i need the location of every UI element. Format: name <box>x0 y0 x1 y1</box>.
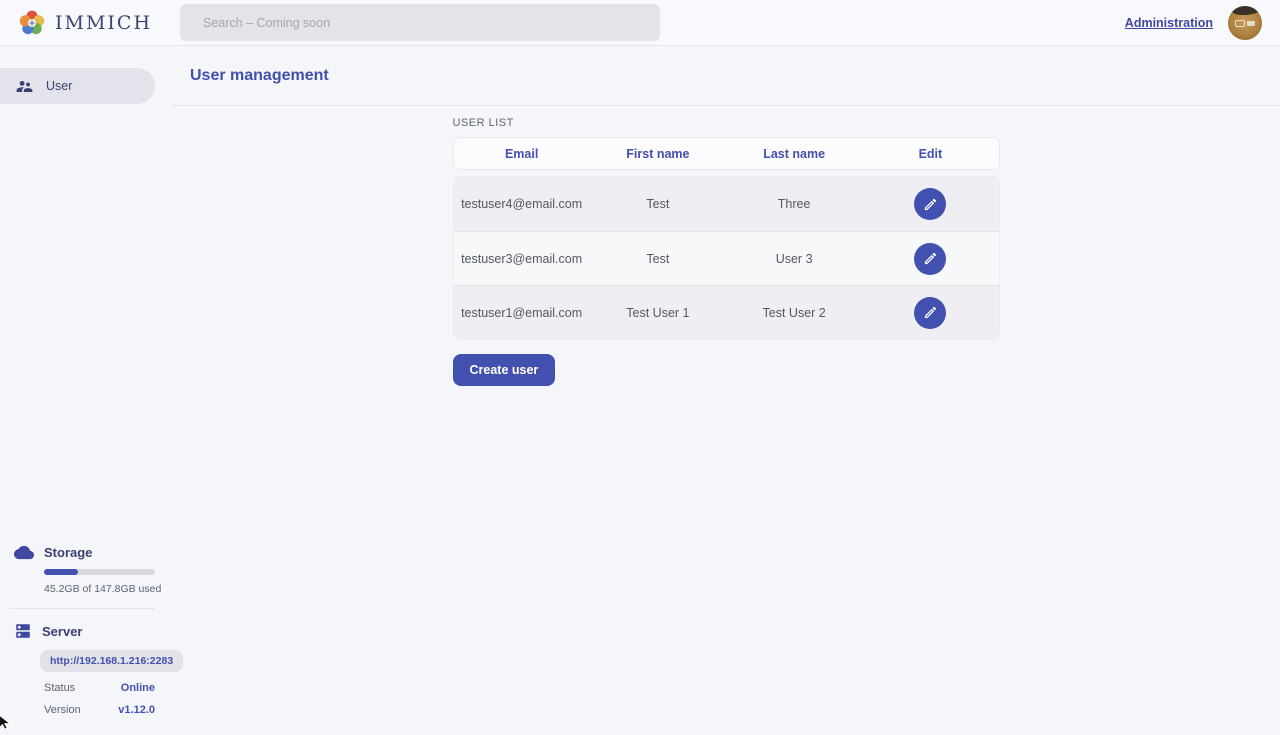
col-header-edit: Edit <box>862 147 998 161</box>
cell-first-name: Test <box>590 252 726 266</box>
section-title: USER LIST <box>453 117 1000 129</box>
user-avatar[interactable] <box>1228 6 1262 40</box>
cell-email: testuser1@email.com <box>454 306 590 320</box>
pencil-icon <box>923 305 938 320</box>
page-header: User management <box>172 46 1280 106</box>
pencil-icon <box>923 251 938 266</box>
storage-progress-bar <box>44 569 155 575</box>
users-icon <box>15 77 34 96</box>
topbar: IMMICH Administration <box>0 0 1280 46</box>
col-header-email: Email <box>454 147 590 161</box>
edit-user-button[interactable] <box>914 297 946 329</box>
page-layout: User Storage 45.2GB of 147.8GB used <box>0 46 1280 730</box>
sidebar-footer: Storage 45.2GB of 147.8GB used Server <box>0 545 172 716</box>
page-title: User management <box>190 67 329 85</box>
col-header-first-name: First name <box>590 147 726 161</box>
user-table: testuser4@email.com Test Three <box>453 176 1000 340</box>
cell-last-name: User 3 <box>726 252 862 266</box>
sidebar-item-user[interactable]: User <box>0 68 155 104</box>
main-content: User management USER LIST Email First na… <box>172 46 1280 730</box>
sidebar: User Storage 45.2GB of 147.8GB used <box>0 46 172 730</box>
storage-usage-text: 45.2GB of 147.8GB used <box>44 583 172 595</box>
sidebar-item-label: User <box>46 79 72 93</box>
version-value: v1.12.0 <box>118 704 155 716</box>
brand-name: IMMICH <box>55 12 152 34</box>
edit-user-button[interactable] <box>914 243 946 275</box>
cell-first-name: Test User 1 <box>590 306 726 320</box>
storage-section: Storage 45.2GB of 147.8GB used <box>0 545 172 595</box>
server-section: Server http://192.168.1.216:2283 Status … <box>0 622 172 716</box>
table-header-row: Email First name Last name Edit <box>453 137 1000 170</box>
mouse-cursor <box>0 714 13 735</box>
sidebar-divider <box>10 608 155 609</box>
brand[interactable]: IMMICH <box>18 9 168 37</box>
pencil-icon <box>923 197 938 212</box>
status-value: Online <box>121 682 155 694</box>
search-input[interactable] <box>180 4 660 41</box>
cell-email: testuser4@email.com <box>454 197 590 211</box>
col-header-last-name: Last name <box>726 147 862 161</box>
immich-flower-icon <box>18 9 46 37</box>
server-url: http://192.168.1.216:2283 <box>40 650 183 672</box>
cell-last-name: Three <box>726 197 862 211</box>
cell-first-name: Test <box>590 197 726 211</box>
storage-title: Storage <box>44 545 92 560</box>
user-list-panel: USER LIST Email First name Last name Edi… <box>453 117 1000 386</box>
topbar-actions: Administration <box>1125 6 1262 40</box>
dns-icon <box>14 622 32 640</box>
server-version-row: Version v1.12.0 <box>44 704 155 716</box>
edit-user-button[interactable] <box>914 188 946 220</box>
version-label: Version <box>44 704 81 716</box>
create-user-button[interactable]: Create user <box>453 354 556 386</box>
administration-link[interactable]: Administration <box>1125 16 1213 30</box>
server-title: Server <box>42 624 82 639</box>
table-row: testuser4@email.com Test Three <box>454 177 999 231</box>
cloud-icon <box>14 545 34 560</box>
server-status-row: Status Online <box>44 682 155 694</box>
cell-last-name: Test User 2 <box>726 306 862 320</box>
table-row: testuser3@email.com Test User 3 <box>454 231 999 285</box>
status-label: Status <box>44 682 75 694</box>
cell-email: testuser3@email.com <box>454 252 590 266</box>
storage-progress-fill <box>44 569 78 575</box>
table-row: testuser1@email.com Test User 1 Test Use… <box>454 285 999 339</box>
